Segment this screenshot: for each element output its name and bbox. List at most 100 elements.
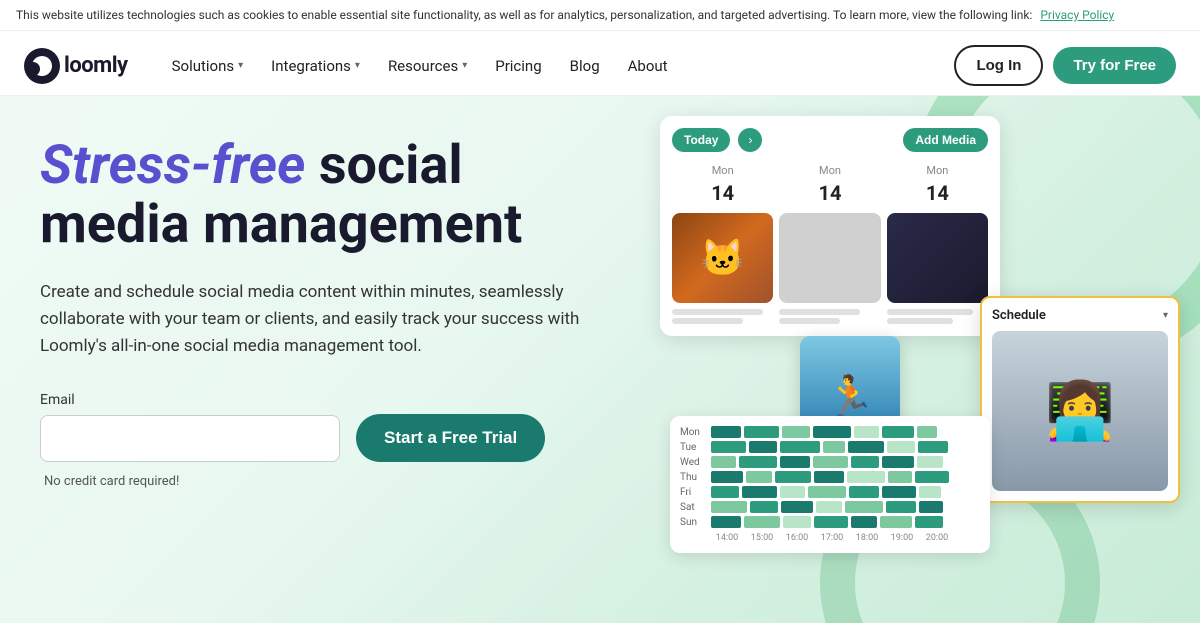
email-input[interactable] <box>40 415 340 462</box>
analytics-row-sun: Sun <box>680 516 980 528</box>
nav-label-solutions: Solutions <box>172 57 235 75</box>
bar-seg <box>917 426 937 438</box>
analytics-row-thu: Thu <box>680 471 980 483</box>
nav-item-resources[interactable]: Resources ▾ <box>376 49 479 83</box>
day-label-thu: Thu <box>680 472 708 483</box>
schedule-card: Schedule ▾ 👩‍💻 <box>980 296 1180 503</box>
cookie-banner: This website utilizes technologies such … <box>0 0 1200 31</box>
cal-day-2: Mon <box>779 164 880 177</box>
cal-line <box>672 309 763 315</box>
bar-seg <box>783 516 811 528</box>
bar-seg <box>915 471 949 483</box>
cal-line <box>779 318 840 324</box>
bar-seg <box>711 456 736 468</box>
cal-image-cat <box>672 213 773 303</box>
cal-date-3: 14 <box>887 181 988 205</box>
schedule-header: Schedule ▾ <box>992 308 1168 323</box>
bar-seg <box>782 426 810 438</box>
hero-headline: Stress-free socialmedia management <box>40 136 680 255</box>
bar-seg <box>886 501 916 513</box>
hero-section: Stress-free socialmedia management Creat… <box>0 96 1200 623</box>
cal-col-1: Mon 14 <box>672 164 773 324</box>
cal-line <box>779 309 860 315</box>
hero-form: Start a Free Trial <box>40 414 680 462</box>
logo[interactable]: loomly <box>24 48 128 84</box>
nav-links: Solutions ▾ Integrations ▾ Resources ▾ P… <box>160 49 955 83</box>
analytics-row-sat: Sat <box>680 501 980 513</box>
bar-seg <box>918 441 948 453</box>
bar-seg <box>887 441 915 453</box>
nav-item-about[interactable]: About <box>616 49 680 83</box>
cal-line <box>887 309 973 315</box>
analytics-row-wed: Wed <box>680 456 980 468</box>
cal-image-dark <box>887 213 988 303</box>
logo-icon <box>24 48 60 84</box>
bar-seg <box>711 486 739 498</box>
try-free-button[interactable]: Try for Free <box>1053 47 1176 84</box>
nav-label-resources: Resources <box>388 57 458 75</box>
nav-item-solutions[interactable]: Solutions ▾ <box>160 49 256 83</box>
privacy-policy-link[interactable]: Privacy Policy <box>1040 8 1114 22</box>
bar-seg <box>849 486 879 498</box>
cal-col-2: Mon 14 <box>779 164 880 324</box>
bar-seg <box>780 456 810 468</box>
chevron-down-icon: ▾ <box>238 60 243 71</box>
time-label-15: 15:00 <box>746 533 778 543</box>
bar-seg <box>823 441 845 453</box>
analytics-row-fri: Fri <box>680 486 980 498</box>
calendar-today-button[interactable]: Today <box>672 128 730 152</box>
bar-seg <box>744 426 779 438</box>
cal-placeholder-1 <box>672 309 773 324</box>
bar-seg <box>882 426 914 438</box>
cal-image-gray <box>779 213 880 303</box>
calendar-add-media-button[interactable]: Add Media <box>903 128 988 152</box>
calendar-columns: Mon 14 Mon 14 <box>672 164 988 324</box>
cal-date-2: 14 <box>779 181 880 205</box>
analytics-rows: Mon Tue <box>680 426 980 543</box>
day-label-wed: Wed <box>680 457 708 468</box>
bar-seg <box>851 516 877 528</box>
start-trial-button[interactable]: Start a Free Trial <box>356 414 545 462</box>
day-label-fri: Fri <box>680 487 708 498</box>
time-label-19: 19:00 <box>886 533 918 543</box>
cal-placeholder-2 <box>779 309 880 324</box>
bar-seg <box>744 516 780 528</box>
nav-label-blog: Blog <box>570 57 600 75</box>
bar-seg <box>808 486 846 498</box>
calendar-card: Today › Add Media Mon 14 Mon 14 <box>660 116 1000 336</box>
bar-seg <box>746 471 772 483</box>
nav-label-about: About <box>628 57 668 75</box>
day-label-sat: Sat <box>680 502 708 513</box>
schedule-person-image: 👩‍💻 <box>992 331 1168 491</box>
bar-seg <box>780 486 805 498</box>
cal-placeholder-3 <box>887 309 988 324</box>
time-label-16: 16:00 <box>781 533 813 543</box>
bar-seg <box>711 501 747 513</box>
schedule-label: Schedule <box>992 308 1046 323</box>
cal-line <box>887 318 953 324</box>
analytics-row-mon: Mon <box>680 426 980 438</box>
bar-seg <box>749 441 777 453</box>
no-credit-card-text: No credit card required! <box>44 474 680 489</box>
chevron-down-icon: ▾ <box>462 60 467 71</box>
hero-dashboard-mockup: Today › Add Media Mon 14 Mon 14 <box>660 116 1180 606</box>
nav-item-blog[interactable]: Blog <box>558 49 612 83</box>
bar-seg <box>711 516 741 528</box>
nav-label-integrations: Integrations <box>271 57 351 75</box>
day-label-tue: Tue <box>680 442 708 453</box>
analytics-row-tue: Tue <box>680 441 980 453</box>
nav-item-integrations[interactable]: Integrations ▾ <box>259 49 372 83</box>
bar-seg <box>919 501 943 513</box>
calendar-next-button[interactable]: › <box>738 128 762 152</box>
bar-seg <box>919 486 941 498</box>
time-label-18: 18:00 <box>851 533 883 543</box>
nav-item-pricing[interactable]: Pricing <box>483 49 553 83</box>
login-button[interactable]: Log In <box>954 45 1043 86</box>
bar-seg <box>848 441 884 453</box>
bar-seg <box>917 456 943 468</box>
bar-seg <box>711 426 741 438</box>
bar-seg <box>775 471 811 483</box>
cal-date-1: 14 <box>672 181 773 205</box>
bar-seg <box>915 516 943 528</box>
email-label: Email <box>40 392 680 408</box>
